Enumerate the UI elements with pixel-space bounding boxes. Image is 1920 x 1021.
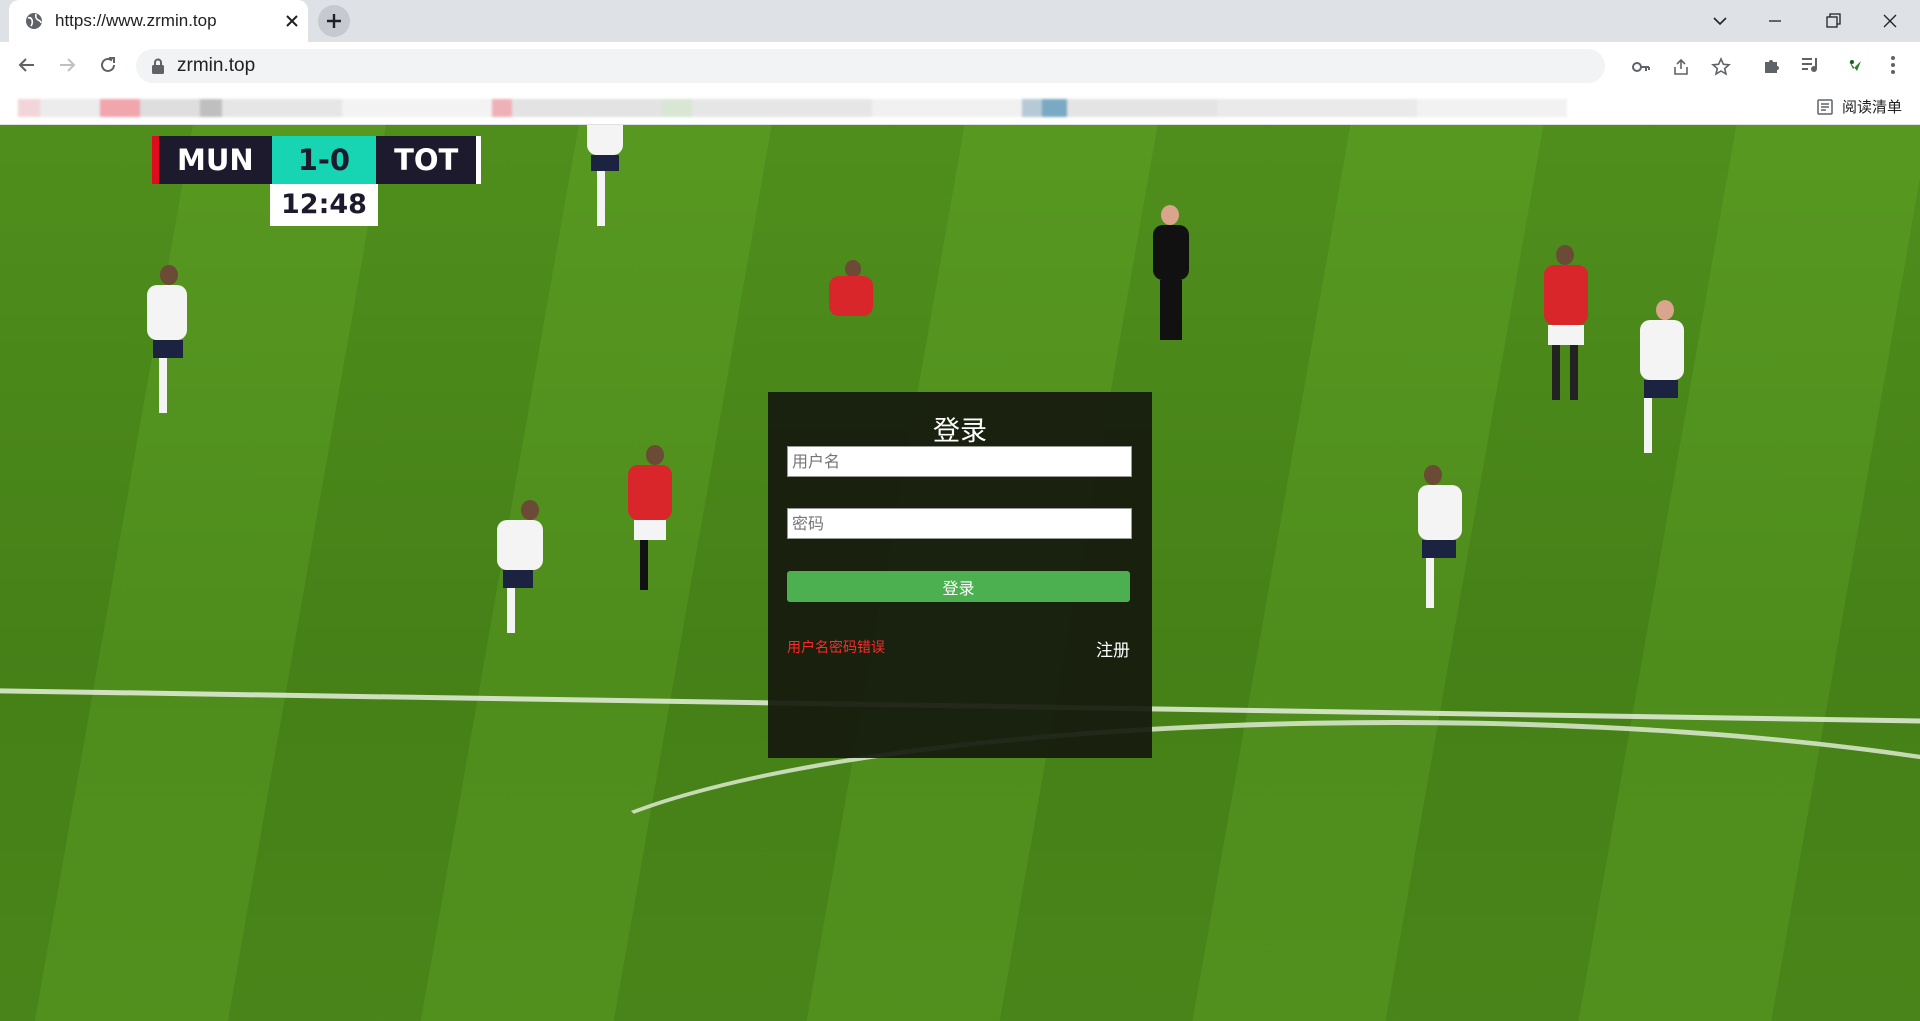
register-link[interactable]: 注册 <box>1096 636 1130 661</box>
plus-icon <box>327 14 341 28</box>
tab-search-chevron-icon[interactable] <box>1708 9 1732 33</box>
error-message: 用户名密码错误 <box>787 640 885 656</box>
lock-icon[interactable] <box>151 58 165 74</box>
url-text: zrmin.top <box>177 55 256 76</box>
arrow-left-icon[interactable] <box>15 53 39 77</box>
player-red <box>815 260 885 350</box>
tab-title: https://www.zrmin.top <box>55 11 217 30</box>
player-white <box>1410 465 1470 635</box>
browser-tab-active[interactable]: https://www.zrmin.top <box>9 0 308 42</box>
login-button[interactable]: 登录 <box>787 571 1130 602</box>
player-white <box>575 125 635 250</box>
kebab-menu-icon[interactable] <box>1881 53 1905 77</box>
match-scoreboard: MUN 1-0 TOT <box>152 136 482 184</box>
new-tab-button[interactable] <box>318 5 350 37</box>
profile-avatar-icon[interactable] <box>1843 53 1867 77</box>
puzzle-icon[interactable] <box>1760 53 1784 77</box>
player-red <box>1530 245 1600 425</box>
bookmarks-bar: 阅读清单 <box>0 88 1920 125</box>
arrow-right-icon[interactable] <box>55 53 79 77</box>
player-white <box>1620 300 1700 470</box>
password-input[interactable] <box>787 508 1132 539</box>
reading-list-label: 阅读清单 <box>1841 99 1902 116</box>
login-title: 登录 <box>933 416 987 447</box>
match-clock: 12:48 <box>270 184 378 226</box>
login-form: 登录 登录 用户名密码错误 注册 <box>768 392 1152 758</box>
browser-toolbar: zrmin.top <box>0 42 1920 88</box>
media-control-icon[interactable] <box>1799 53 1823 77</box>
restore-icon[interactable] <box>1821 9 1845 33</box>
window-close-icon[interactable] <box>1878 9 1902 33</box>
star-icon[interactable] <box>1711 57 1731 77</box>
reading-list-icon <box>1817 98 1833 115</box>
player-white <box>475 500 555 650</box>
address-bar[interactable]: zrmin.top <box>136 49 1731 83</box>
match-score: 1-0 <box>271 136 377 184</box>
player-white <box>125 265 195 425</box>
tab-strip: https://www.zrmin.top <box>0 0 1920 42</box>
key-icon[interactable] <box>1631 57 1651 77</box>
username-input[interactable] <box>787 446 1132 477</box>
referee <box>1145 205 1195 355</box>
page-background-football-pitch: MUN 1-0 TOT 12:48 登录 用户名 登录 用户名密码错误 注册 <box>0 125 1920 1021</box>
blurred-bookmarks <box>0 99 1800 117</box>
away-color-bar <box>476 136 482 184</box>
home-team: MUN <box>159 136 272 184</box>
away-team: TOT <box>376 136 477 184</box>
globe-icon <box>26 13 42 29</box>
reading-list-button[interactable]: 阅读清单 <box>1816 96 1902 117</box>
close-icon[interactable] <box>282 11 302 31</box>
share-icon[interactable] <box>1671 57 1691 77</box>
home-color-bar <box>152 136 159 184</box>
minimize-icon[interactable] <box>1763 9 1787 33</box>
player-red <box>620 445 680 615</box>
reload-icon[interactable] <box>96 53 120 77</box>
